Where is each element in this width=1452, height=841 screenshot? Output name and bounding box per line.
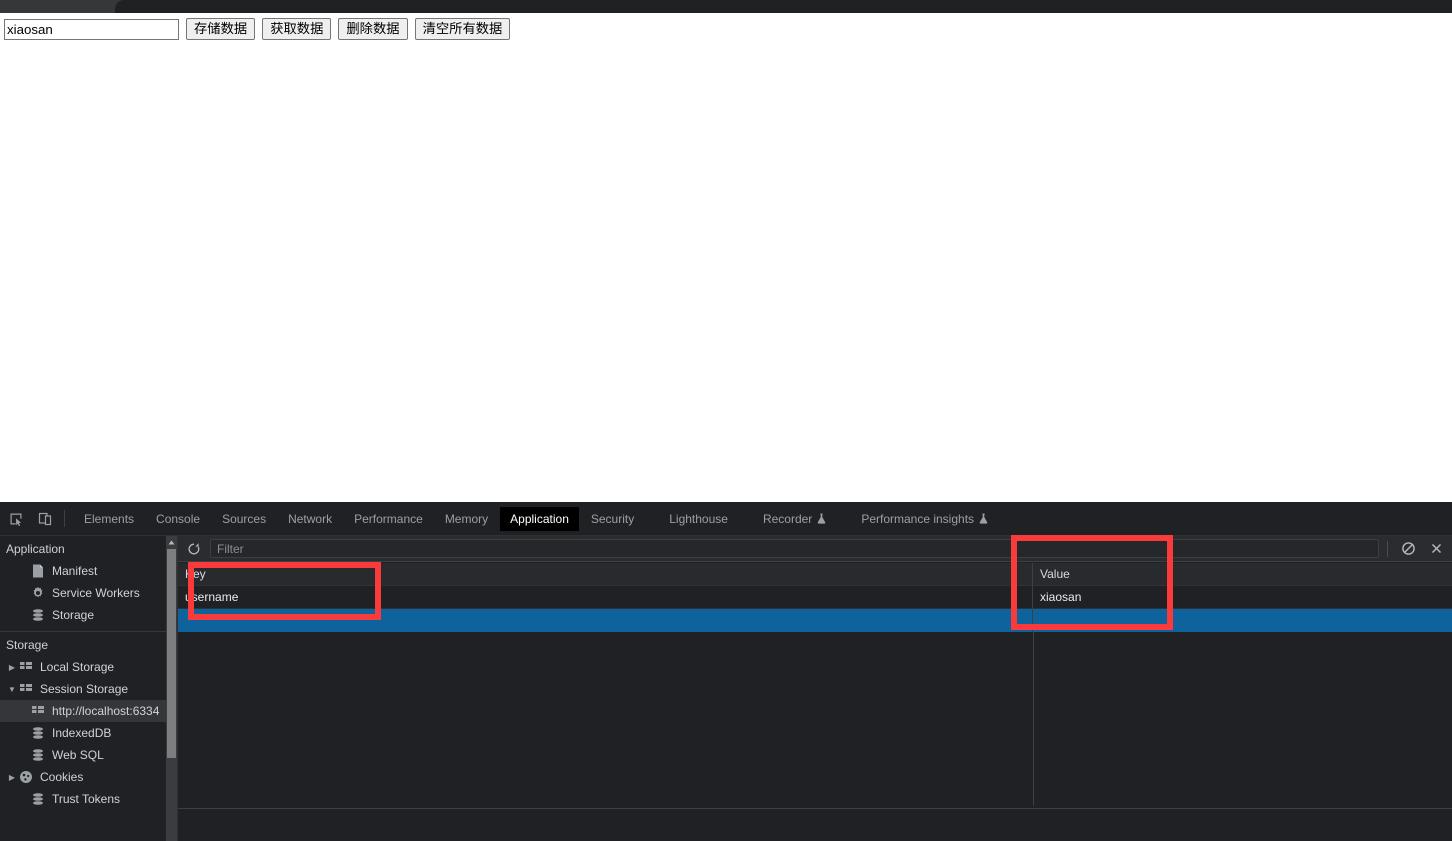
tab-application[interactable]: Application: [500, 506, 579, 531]
tab-label: Application: [510, 511, 569, 526]
tab-label: Elements: [84, 511, 135, 526]
storage-main-panel: Key Value username xiaosan: [178, 536, 1452, 841]
value-preview-pane: [178, 808, 1452, 841]
database-icon: [30, 747, 46, 763]
gear-icon: [30, 585, 46, 601]
sidebar-item-label: Cookies: [40, 770, 84, 784]
cookie-icon: [18, 769, 34, 785]
devtools-panel: Elements Console Sources Network Perform…: [0, 502, 1452, 841]
cell-value[interactable]: [1033, 609, 1452, 632]
sidebar-item-session-origin[interactable]: http://localhost:6334: [0, 700, 177, 722]
table-icon: [30, 703, 46, 719]
tab-sources[interactable]: Sources: [212, 507, 276, 531]
sidebar-section-application: Application: [6, 542, 65, 556]
devtools-body: Application ▶ Manifest ▶ Service Workers…: [0, 536, 1452, 841]
sidebar-item-cookies[interactable]: ▶ Cookies: [0, 766, 177, 788]
device-toolbar-icon[interactable]: [32, 506, 58, 532]
sidebar-item-session-storage[interactable]: ▼ Session Storage: [0, 678, 177, 700]
username-input[interactable]: [4, 18, 179, 40]
tab-network[interactable]: Network: [278, 507, 342, 531]
storage-data-grid[interactable]: Key Value username xiaosan: [178, 562, 1452, 833]
sidebar-section-storage: Storage: [6, 638, 49, 652]
sidebar-item-trust-tokens[interactable]: ▶ Trust Tokens: [0, 788, 177, 810]
clear-all-icon[interactable]: [1396, 538, 1420, 560]
chevron-down-icon[interactable]: ▼: [6, 683, 18, 695]
database-icon: [30, 725, 46, 741]
table-row[interactable]: [178, 608, 1452, 632]
toolbar-divider: [64, 510, 65, 527]
tab-memory[interactable]: Memory: [435, 507, 498, 531]
scroll-up-arrow-icon[interactable]: [166, 536, 177, 548]
storage-toolbar: [178, 536, 1452, 562]
browser-tabstrip: [0, 0, 1452, 13]
document-icon: [30, 563, 46, 579]
sidebar-item-label: IndexedDB: [52, 726, 112, 740]
tab-elements[interactable]: Elements: [74, 507, 144, 531]
chevron-right-icon[interactable]: ▶: [6, 771, 18, 783]
cell-key[interactable]: username: [178, 585, 1033, 609]
sidebar-item-label: Manifest: [52, 564, 98, 578]
tab-performance-insights[interactable]: Performance insights: [851, 507, 998, 531]
experiment-beaker-icon: [817, 513, 826, 524]
tab-lighthouse[interactable]: Lighthouse: [659, 507, 738, 531]
sidebar-scrollbar[interactable]: [166, 536, 177, 841]
refresh-icon[interactable]: [182, 538, 206, 560]
sidebar-item-web-sql[interactable]: ▶ Web SQL: [0, 744, 177, 766]
table-icon: [18, 659, 34, 675]
table-row[interactable]: username xiaosan: [178, 585, 1452, 609]
database-icon: [30, 607, 46, 623]
devtools-tabbar: Elements Console Sources Network Perform…: [0, 502, 1452, 536]
column-header-value[interactable]: Value: [1033, 563, 1452, 586]
tab-recorder[interactable]: Recorder: [753, 507, 836, 531]
experiment-beaker-icon: [979, 513, 988, 524]
page-controls: 存储数据 获取数据 删除数据 清空所有数据: [4, 18, 511, 40]
filter-input[interactable]: [210, 539, 1379, 558]
tab-label: Network: [288, 511, 333, 526]
sidebar-item-label: Service Workers: [52, 586, 140, 600]
grid-column-divider[interactable]: [1033, 632, 1034, 806]
tab-console[interactable]: Console: [146, 507, 210, 531]
cell-key[interactable]: [178, 608, 1033, 632]
inspect-element-icon[interactable]: [3, 506, 29, 532]
browser-active-tab[interactable]: [115, 0, 1452, 13]
clear-all-button[interactable]: 清空所有数据: [414, 18, 511, 40]
page-viewport: 存储数据 获取数据 删除数据 清空所有数据: [0, 13, 1452, 502]
sidebar-item-service-workers[interactable]: ▶ Service Workers: [0, 582, 177, 604]
sidebar-item-label: Web SQL: [52, 748, 104, 762]
sidebar-item-manifest[interactable]: ▶ Manifest: [0, 560, 177, 582]
store-data-button[interactable]: 存储数据: [186, 18, 256, 40]
sidebar-item-label: Session Storage: [40, 682, 129, 696]
application-sidebar: Application ▶ Manifest ▶ Service Workers…: [0, 536, 178, 841]
tab-performance[interactable]: Performance: [344, 507, 433, 531]
delete-selected-icon[interactable]: [1424, 538, 1448, 560]
tab-label: Performance insights: [861, 511, 975, 526]
sidebar-item-indexeddb[interactable]: ▶ IndexedDB: [0, 722, 177, 744]
database-icon: [30, 791, 46, 807]
column-header-key[interactable]: Key: [178, 562, 1033, 586]
sidebar-item-label: Storage: [52, 608, 95, 622]
sidebar-item-storage[interactable]: ▶ Storage: [0, 604, 177, 626]
sidebar-item-label: Trust Tokens: [52, 792, 121, 806]
tab-label: Lighthouse: [669, 511, 728, 526]
grid-header-row: Key Value: [178, 562, 1452, 586]
get-data-button[interactable]: 获取数据: [262, 18, 332, 40]
tab-label: Console: [156, 511, 201, 526]
sidebar-scrollbar-thumb[interactable]: [167, 549, 176, 758]
sidebar-item-label: Local Storage: [40, 660, 115, 674]
sidebar-item-local-storage[interactable]: ▶ Local Storage: [0, 656, 177, 678]
tab-label: Security: [590, 511, 635, 526]
cell-value[interactable]: xiaosan: [1033, 586, 1452, 609]
grid-empty-area[interactable]: [178, 632, 1452, 806]
sidebar-item-label: http://localhost:6334: [52, 704, 160, 718]
tab-label: Performance: [354, 511, 423, 526]
tab-security[interactable]: Security: [581, 507, 644, 531]
tab-label: Recorder: [762, 511, 813, 526]
delete-data-button[interactable]: 删除数据: [338, 18, 408, 40]
table-icon: [18, 681, 34, 697]
tab-label: Memory: [444, 511, 489, 526]
toolbar-divider: [1387, 540, 1388, 557]
tab-label: Sources: [222, 511, 267, 526]
chevron-right-icon[interactable]: ▶: [6, 661, 18, 673]
